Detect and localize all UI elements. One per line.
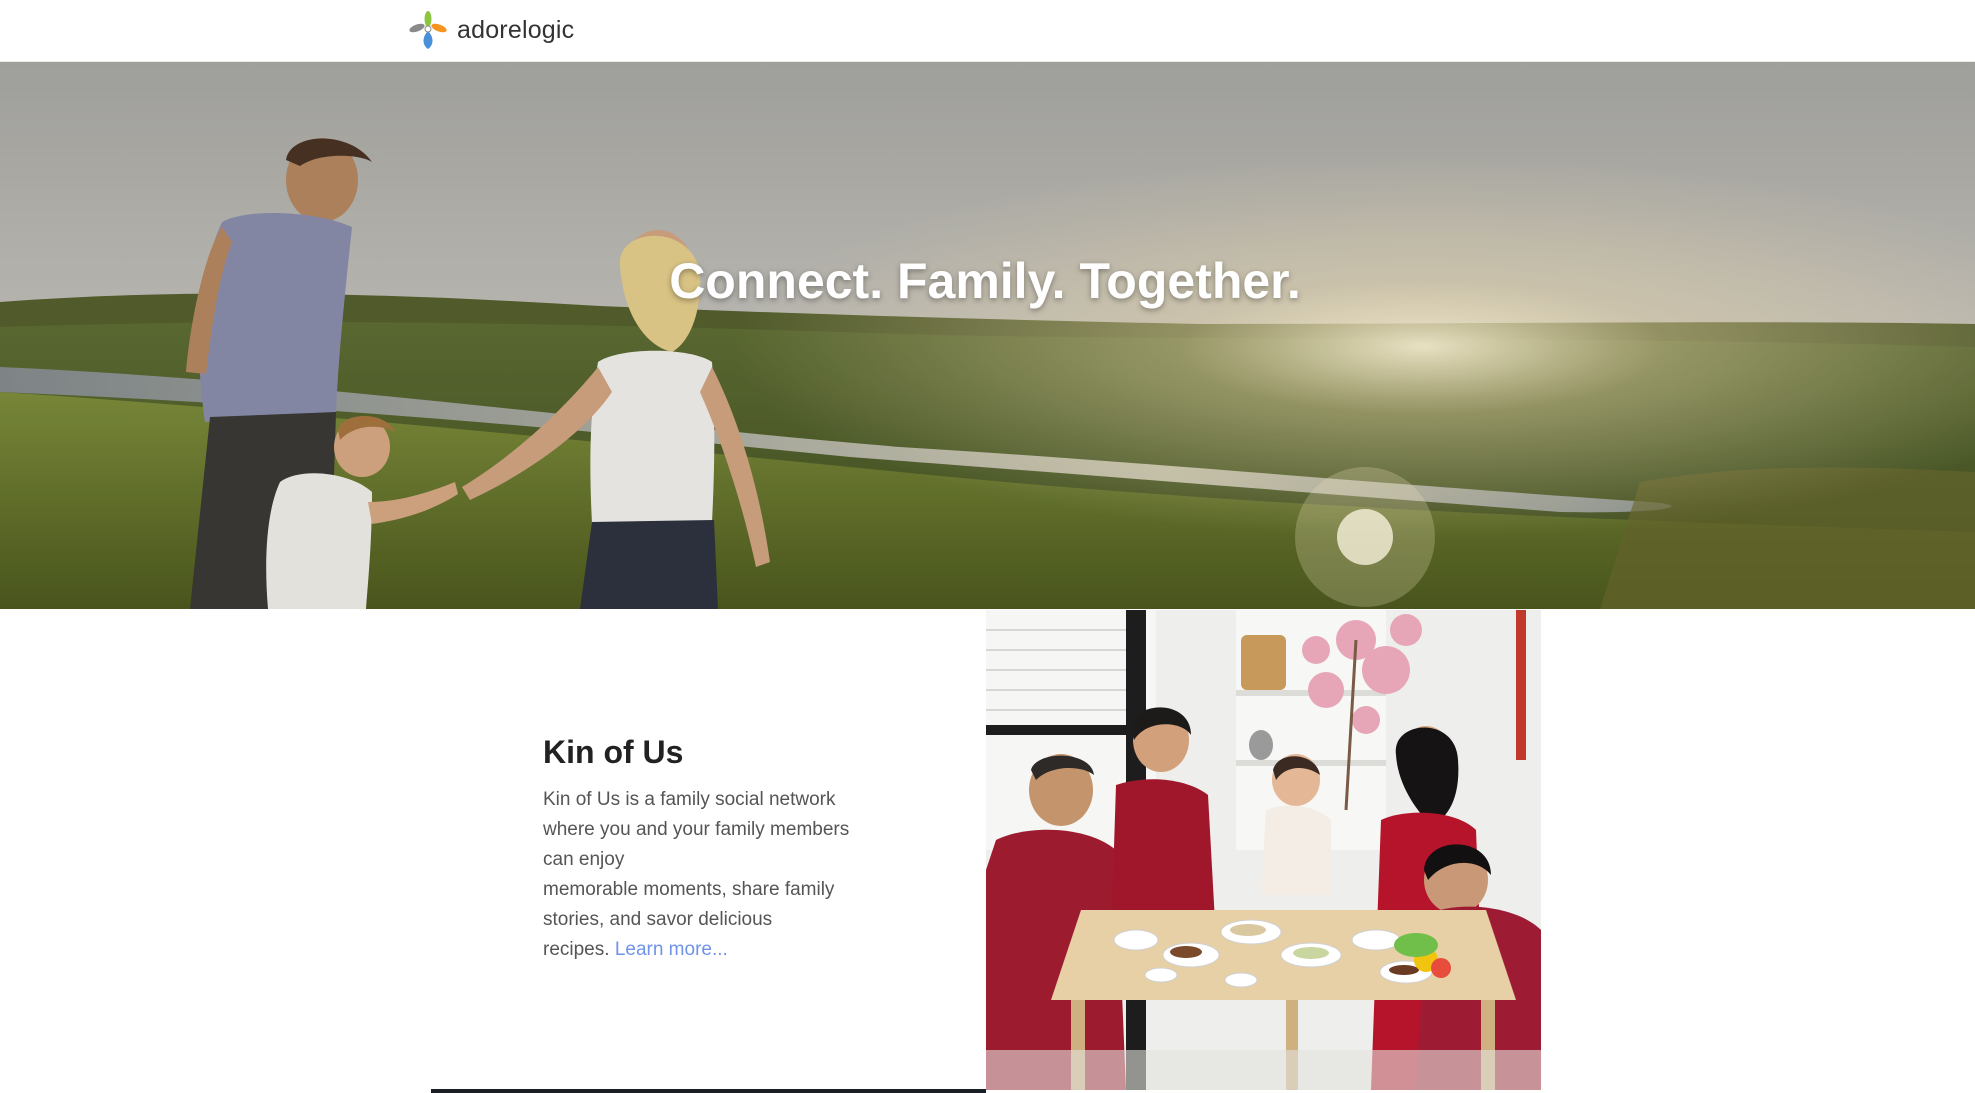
intro-text-block: Kin of Us Kin of Us is a family social n… (543, 734, 873, 965)
site-header: adorelogic (0, 0, 1975, 62)
adorelogic-logo-icon (409, 11, 447, 49)
description-line-text: recipes. (543, 939, 610, 960)
learn-more-link[interactable]: Learn more... (615, 939, 728, 960)
family-dinner-table-photo (986, 610, 1541, 1090)
page: adorelogic Connect. Family. Together. Ki… (0, 0, 1975, 1093)
description-line: memorable moments, share family (543, 879, 835, 900)
brand-name: adorelogic (457, 15, 575, 44)
section-heading: Kin of Us (543, 734, 684, 770)
family-walking-meadow-sunset-photo (0, 62, 1975, 609)
hero-banner: Connect. Family. Together. (0, 62, 1975, 609)
family-dinner-illustration (986, 610, 1541, 1090)
home-logo-link[interactable]: adorelogic (407, 9, 574, 51)
hero-title: Connect. Family. Together. (669, 253, 1301, 309)
description-line: can enjoy (543, 849, 625, 870)
kin-of-us-section: Kin of Us Kin of Us is a family social n… (0, 609, 1975, 1093)
description-line-last: recipes. Learn more... (543, 935, 873, 965)
next-section-image-edge (431, 1089, 986, 1093)
description-line: Kin of Us is a family social network (543, 789, 836, 810)
section-description: Kin of Us is a family social network whe… (543, 785, 873, 965)
description-line: where you and your family members (543, 819, 850, 840)
description-line: stories, and savor delicious (543, 909, 773, 930)
